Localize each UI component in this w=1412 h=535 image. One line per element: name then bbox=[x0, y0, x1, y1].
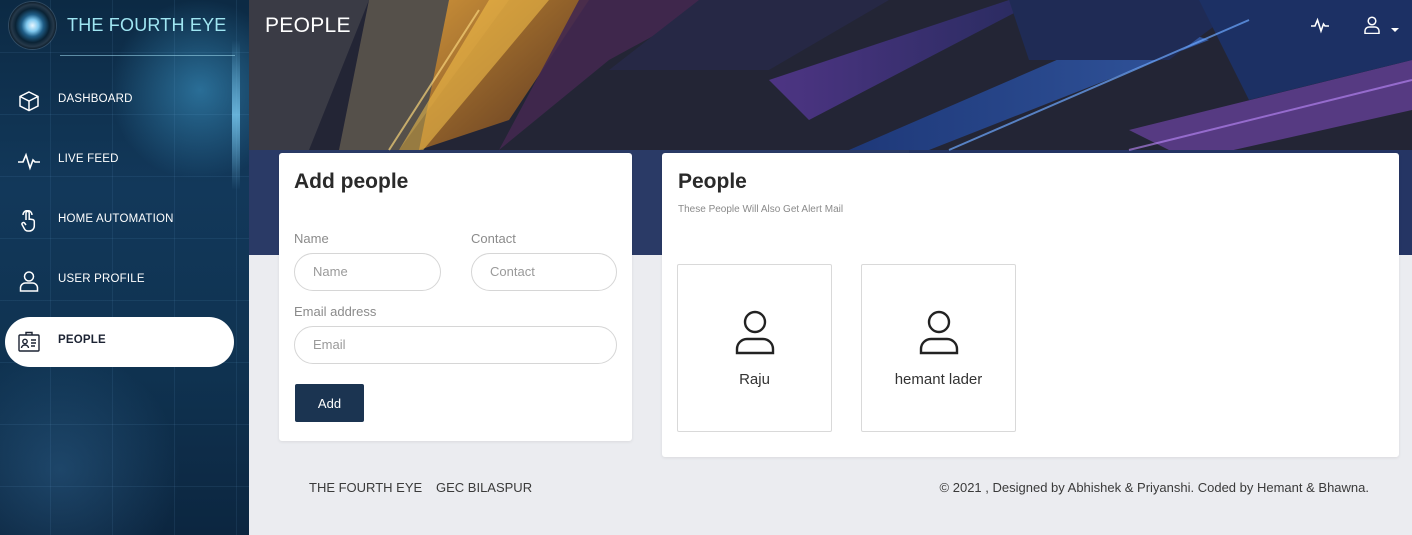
people-title: People bbox=[678, 170, 747, 193]
sidebar-item-label: HOME AUTOMATION bbox=[58, 213, 174, 225]
eye-logo-icon bbox=[9, 2, 56, 49]
person-card[interactable]: Raju bbox=[677, 264, 832, 432]
pulse-icon bbox=[17, 150, 41, 172]
person-card[interactable]: hemant lader bbox=[861, 264, 1016, 432]
contact-label: Contact bbox=[471, 231, 516, 246]
page-title: PEOPLE bbox=[265, 14, 351, 37]
contact-input[interactable]: Contact bbox=[471, 253, 617, 291]
add-people-title: Add people bbox=[294, 170, 409, 193]
sidebar-item-label: DASHBOARD bbox=[58, 93, 133, 105]
id-badge-icon bbox=[17, 331, 41, 353]
user-icon bbox=[17, 270, 41, 292]
add-people-card: Add people Name Name Contact Contact Ema… bbox=[279, 153, 632, 441]
sidebar-item-dashboard[interactable]: DASHBOARD bbox=[5, 76, 234, 126]
footer-credit: © 2021 , Designed by Abhishek & Priyansh… bbox=[939, 480, 1369, 495]
sidebar: THE FOURTH EYE DASHBOARD LIVE FEED HOME … bbox=[0, 0, 249, 535]
sidebar-item-label: USER PROFILE bbox=[58, 273, 145, 285]
person-icon bbox=[735, 309, 775, 357]
footer-link-gec-bilaspur[interactable]: GEC BILASPUR bbox=[436, 480, 532, 495]
sidebar-item-live-feed[interactable]: LIVE FEED bbox=[5, 136, 234, 186]
sidebar-item-label: LIVE FEED bbox=[58, 153, 119, 165]
people-card: People These People Will Also Get Alert … bbox=[662, 153, 1399, 457]
sidebar-item-home-automation[interactable]: HOME AUTOMATION bbox=[5, 196, 234, 246]
footer-link-the-fourth-eye[interactable]: THE FOURTH EYE bbox=[309, 480, 422, 495]
brand[interactable]: THE FOURTH EYE bbox=[0, 0, 249, 56]
touch-icon bbox=[17, 210, 41, 232]
person-name: hemant lader bbox=[894, 371, 983, 388]
email-label: Email address bbox=[294, 304, 377, 319]
name-label: Name bbox=[294, 231, 329, 246]
add-button[interactable]: Add bbox=[295, 384, 364, 422]
name-input[interactable]: Name bbox=[294, 253, 441, 291]
sidebar-item-label: PEOPLE bbox=[58, 334, 106, 346]
person-name: Raju bbox=[739, 371, 770, 388]
person-icon bbox=[919, 309, 959, 357]
email-input[interactable]: Email bbox=[294, 326, 617, 364]
brand-name: THE FOURTH EYE bbox=[67, 15, 227, 35]
caret-down-icon[interactable] bbox=[1391, 21, 1399, 39]
cube-icon bbox=[17, 90, 41, 112]
brand-divider bbox=[60, 55, 235, 56]
people-subtitle: These People Will Also Get Alert Mail bbox=[678, 204, 844, 215]
pulse-icon[interactable] bbox=[1310, 16, 1330, 39]
user-menu-icon[interactable] bbox=[1362, 16, 1382, 39]
sidebar-item-people[interactable]: PEOPLE bbox=[5, 317, 234, 367]
sidebar-item-user-profile[interactable]: USER PROFILE bbox=[5, 256, 234, 306]
